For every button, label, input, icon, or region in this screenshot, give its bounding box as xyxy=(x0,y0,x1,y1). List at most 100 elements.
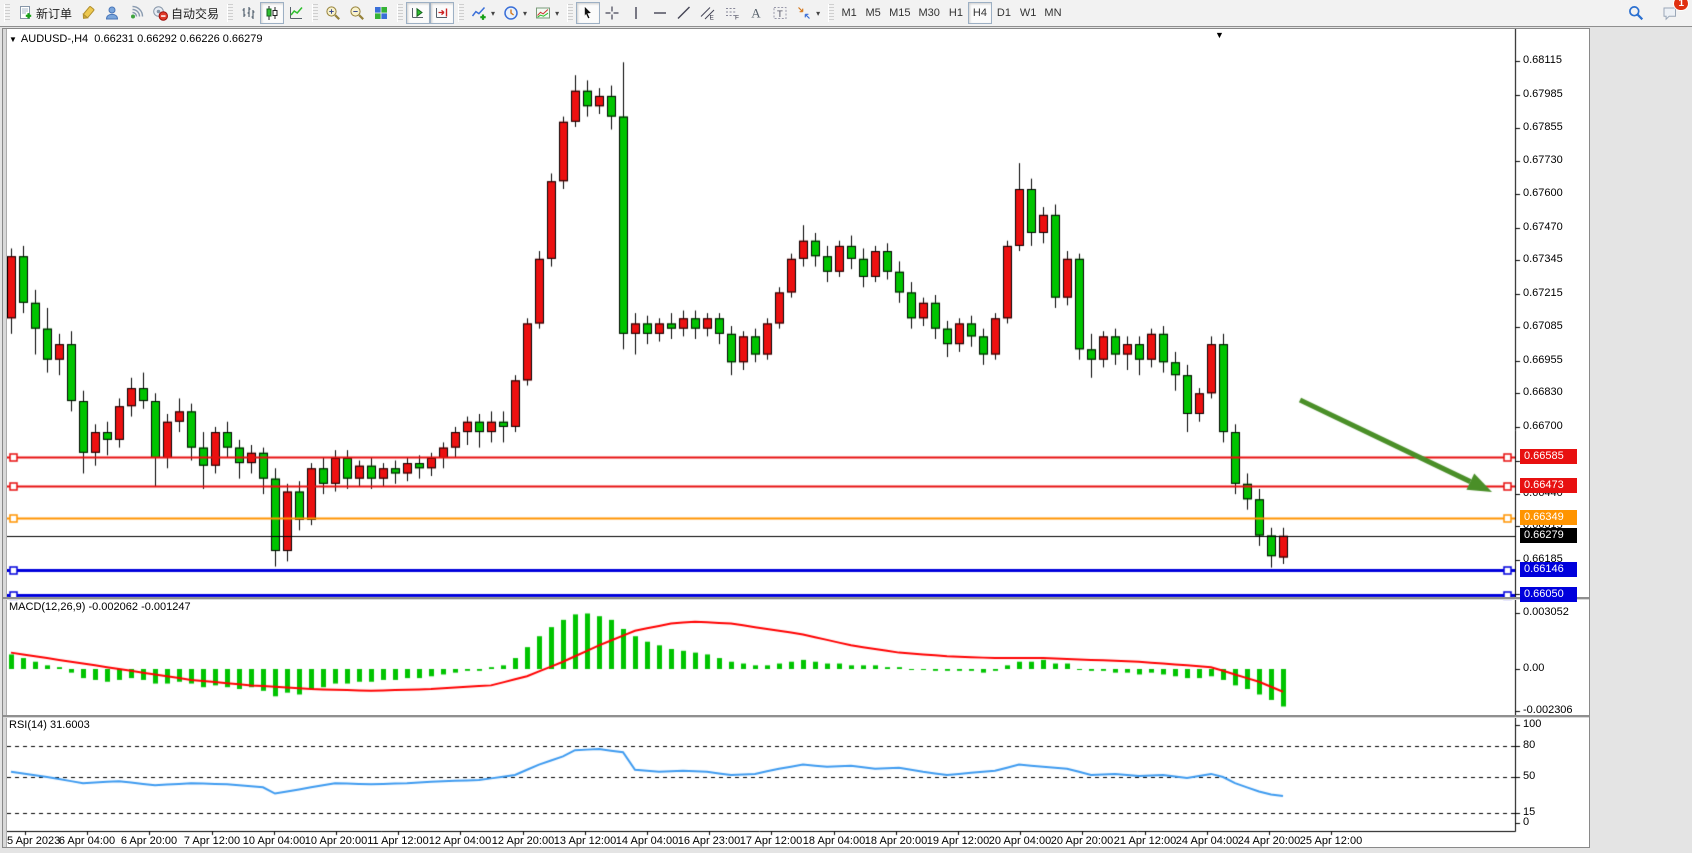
toolbar-grip[interactable] xyxy=(397,4,403,22)
time-axis-label: 21 Apr 12:00 xyxy=(1114,835,1176,847)
cursor-icon xyxy=(580,5,596,21)
chart-shift-icon xyxy=(434,5,450,21)
price-badge-bid: 0.66279 xyxy=(1520,528,1577,543)
toolbar-grip[interactable] xyxy=(567,4,573,22)
rsi-axis-tick: 0 xyxy=(1523,816,1529,828)
tile-windows-button[interactable] xyxy=(369,2,393,24)
signals-icon xyxy=(128,5,144,21)
chevron-down-icon[interactable]: ▾ xyxy=(816,9,820,18)
zoom-out-button[interactable] xyxy=(345,2,369,24)
time-axis-label: 12 Apr 20:00 xyxy=(492,835,554,847)
trendline-icon xyxy=(676,5,692,21)
svg-text:E: E xyxy=(710,15,715,22)
svg-text:A: A xyxy=(751,6,761,21)
community-icon xyxy=(104,5,120,21)
panel-separator-macd[interactable] xyxy=(3,597,1589,600)
chart-title: ▼AUDUSD-,H4 0.66231 0.66292 0.66226 0.66… xyxy=(9,33,263,45)
timeframe-mn-button[interactable]: MN xyxy=(1040,2,1065,24)
time-axis-label: 24 Apr 20:00 xyxy=(1238,835,1300,847)
macd-indicator-label: MACD(12,26,9) -0.002062 -0.001247 xyxy=(9,601,191,613)
price-axis-tick: 0.66830 xyxy=(1523,386,1563,398)
time-axis-label: 24 Apr 04:00 xyxy=(1176,835,1238,847)
templates-button[interactable]: ▾ xyxy=(531,2,563,24)
chart-canvas[interactable] xyxy=(3,29,1589,847)
time-axis-label: 14 Apr 04:00 xyxy=(616,835,678,847)
toolbar-grip[interactable] xyxy=(312,4,318,22)
chart-shift-button[interactable] xyxy=(430,2,454,24)
chart-title-collapse-icon[interactable]: ▼ xyxy=(9,35,17,44)
timeframe-h4-button[interactable]: H4 xyxy=(968,2,992,24)
price-axis-tick: 0.67985 xyxy=(1523,88,1563,100)
periods-button[interactable]: ▾ xyxy=(499,2,531,24)
line-chart-type-button[interactable] xyxy=(284,2,308,24)
metaeditor-icon xyxy=(80,5,96,21)
time-axis-label: 7 Apr 12:00 xyxy=(184,835,240,847)
toolbar-grip[interactable] xyxy=(828,4,834,22)
chevron-down-icon[interactable]: ▾ xyxy=(491,9,495,18)
metaeditor-button[interactable] xyxy=(76,2,100,24)
candlestick-type-button[interactable] xyxy=(260,2,284,24)
time-axis-label: 12 Apr 04:00 xyxy=(429,835,491,847)
price-badge-target: 0.66146 xyxy=(1520,562,1577,577)
time-axis-label: 18 Apr 20:00 xyxy=(865,835,927,847)
time-axis-label: 10 Apr 04:00 xyxy=(243,835,305,847)
button-label: M1 xyxy=(841,7,856,19)
line-chart-type-icon xyxy=(288,5,304,21)
chart-window: ▼AUDUSD-,H4 0.66231 0.66292 0.66226 0.66… xyxy=(2,28,1590,848)
community-button[interactable] xyxy=(100,2,124,24)
horizontal-line-icon xyxy=(652,5,668,21)
fibonacci-button[interactable]: F xyxy=(720,2,744,24)
panel-separator-rsi[interactable] xyxy=(3,715,1589,718)
button-label: M15 xyxy=(889,7,910,19)
rsi-indicator-label: RSI(14) 31.6003 xyxy=(9,719,90,731)
trendline-button[interactable] xyxy=(672,2,696,24)
candlestick-type-icon xyxy=(264,5,280,21)
time-axis-label: 17 Apr 12:00 xyxy=(740,835,802,847)
auto-scroll-button[interactable] xyxy=(406,2,430,24)
autotrading-button[interactable]: 自动交易 xyxy=(148,2,223,24)
toolbar-grip[interactable] xyxy=(227,4,233,22)
text-label-tool-button[interactable]: T xyxy=(768,2,792,24)
indicators-button[interactable]: ▾ xyxy=(467,2,499,24)
button-label: M5 xyxy=(865,7,880,19)
arrows-tool-button[interactable]: ▾ xyxy=(792,2,824,24)
timeframe-d1-button[interactable]: D1 xyxy=(992,2,1016,24)
timeframe-h1-button[interactable]: H1 xyxy=(944,2,968,24)
vertical-line-button[interactable] xyxy=(624,2,648,24)
price-badge-resistance: 0.66585 xyxy=(1520,449,1577,464)
new-order-button[interactable]: 新订单 xyxy=(13,2,76,24)
button-label: M30 xyxy=(919,7,940,19)
timeframe-w1-button[interactable]: W1 xyxy=(1016,2,1041,24)
time-axis-label: 5 Apr 2023 xyxy=(7,835,60,847)
time-axis-label: 6 Apr 04:00 xyxy=(59,835,115,847)
crosshair-icon xyxy=(604,5,620,21)
channel-button[interactable]: E xyxy=(696,2,720,24)
cursor-button[interactable] xyxy=(576,2,600,24)
button-label: H4 xyxy=(973,7,987,19)
text-tool-button[interactable]: A xyxy=(744,2,768,24)
price-axis-tick: 0.67855 xyxy=(1523,121,1563,133)
search-button[interactable] xyxy=(1624,2,1648,24)
timeframe-m5-button[interactable]: M5 xyxy=(861,2,885,24)
arrows-tool-icon xyxy=(796,5,812,21)
indicators-icon xyxy=(471,5,487,21)
tile-windows-icon xyxy=(373,5,389,21)
chevron-down-icon[interactable]: ▾ xyxy=(523,9,527,18)
time-axis-label: 10 Apr 20:00 xyxy=(305,835,367,847)
timeframe-m15-button[interactable]: M15 xyxy=(885,2,914,24)
zoom-in-button[interactable] xyxy=(321,2,345,24)
toolbar-grip[interactable] xyxy=(4,4,10,22)
crosshair-button[interactable] xyxy=(600,2,624,24)
timeframe-m1-button[interactable]: M1 xyxy=(837,2,861,24)
horizontal-line-button[interactable] xyxy=(648,2,672,24)
signals-button[interactable] xyxy=(124,2,148,24)
time-axis-label: 25 Apr 12:00 xyxy=(1300,835,1362,847)
chart-symbol: AUDUSD-,H4 xyxy=(21,33,88,45)
chart-shift-marker[interactable]: ▼ xyxy=(1215,30,1224,40)
chevron-down-icon[interactable]: ▾ xyxy=(555,9,559,18)
bar-chart-type-button[interactable] xyxy=(236,2,260,24)
toolbar-grip[interactable] xyxy=(458,4,464,22)
button-label: H1 xyxy=(949,7,963,19)
timeframe-m30-button[interactable]: M30 xyxy=(915,2,944,24)
channel-icon: E xyxy=(700,5,716,21)
